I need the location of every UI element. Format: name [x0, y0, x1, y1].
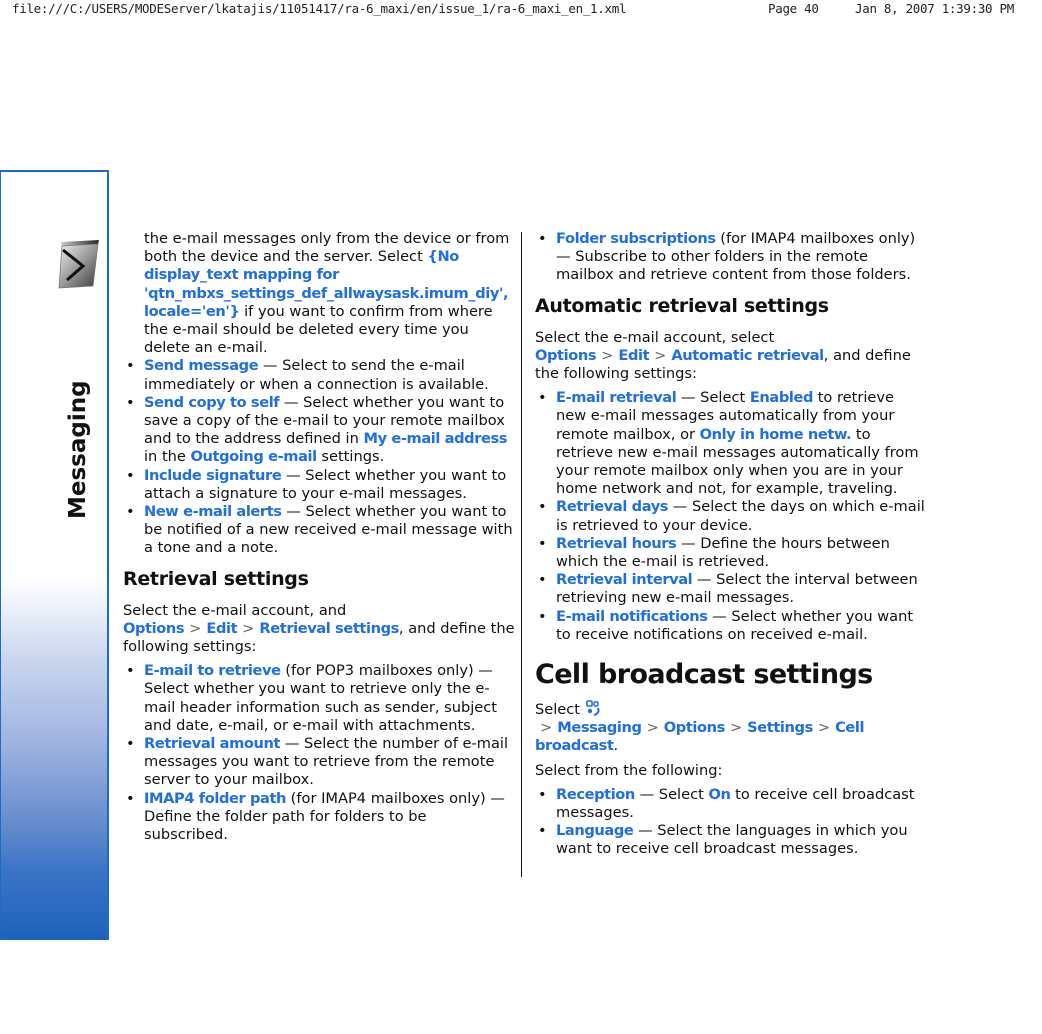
- path-prefix: Select the e-mail account, and: [123, 601, 347, 619]
- list-item: Reception — Select On to receive cell br…: [535, 786, 927, 822]
- option-send-copy-to-self[interactable]: Send copy to self: [144, 394, 280, 411]
- option-outgoing-email[interactable]: Outgoing e-mail: [191, 448, 318, 465]
- option-description: — Select: [634, 785, 709, 803]
- menu-key-icon: [585, 700, 600, 717]
- list-item: Retrieval interval — Select the interval…: [535, 571, 927, 607]
- option-email-notifications[interactable]: E-mail notifications: [556, 608, 708, 625]
- path-edit[interactable]: Edit: [618, 347, 649, 364]
- option-email-to-retrieve[interactable]: E-mail to retrieve: [144, 662, 281, 679]
- option-description: — Select: [676, 389, 750, 407]
- path-edit[interactable]: Edit: [206, 620, 237, 637]
- path-automatic-retrieval[interactable]: Automatic retrieval: [671, 347, 824, 364]
- folder-options-list: Folder subscriptions (for IMAP4 mailboxe…: [535, 230, 927, 285]
- auto-retrieval-options-list: E-mail retrieval — Select Enabled to ret…: [535, 389, 927, 644]
- path-separator: >: [601, 346, 614, 364]
- retrieval-settings-heading: Retrieval settings: [123, 567, 309, 590]
- intro-paragraph: the e-mail messages only from the device…: [123, 230, 515, 357]
- print-header: file:///C:/USERS/MODEServer/lkatajis/110…: [0, 0, 1042, 20]
- path-retrieval-settings[interactable]: Retrieval settings: [259, 620, 399, 637]
- sending-options-list: Send message — Select to send the e-mail…: [123, 357, 515, 557]
- option-on[interactable]: On: [708, 786, 730, 803]
- path-prefix: Select the e-mail account, select: [535, 328, 775, 346]
- option-retrieval-hours[interactable]: Retrieval hours: [556, 535, 677, 552]
- list-item: New e-mail alerts — Select whether you w…: [123, 503, 515, 558]
- option-send-message[interactable]: Send message: [144, 357, 259, 374]
- option-new-email-alerts[interactable]: New e-mail alerts: [144, 503, 282, 520]
- option-my-email-address[interactable]: My e-mail address: [363, 430, 507, 447]
- path-separator: >: [189, 619, 202, 637]
- column-divider: [521, 232, 522, 877]
- list-item: IMAP4 folder path (for IMAP4 mailboxes o…: [123, 790, 515, 845]
- path-separator: >: [817, 719, 831, 737]
- list-item: E-mail to retrieve (for POP3 mailboxes o…: [123, 662, 515, 735]
- page-number: 40: [69, 1010, 95, 1034]
- path-prefix: Select: [535, 701, 585, 719]
- cell-broadcast-options-list: Reception — Select On to receive cell br…: [535, 786, 927, 859]
- chapter-side-tab: Messaging 40: [0, 170, 109, 1034]
- path-options[interactable]: Options: [664, 719, 726, 736]
- path-suffix: .: [613, 737, 619, 755]
- automatic-retrieval-heading: Automatic retrieval settings: [535, 294, 829, 317]
- list-item: Include signature — Select whether you w…: [123, 467, 515, 503]
- path-separator: >: [646, 719, 659, 737]
- path-separator: >: [654, 346, 667, 364]
- auto-retrieval-path-paragraph: Select the e-mail account, select Option…: [535, 329, 927, 384]
- chapter-title: Messaging: [65, 380, 91, 519]
- option-imap4-folder-path[interactable]: IMAP4 folder path: [144, 790, 286, 807]
- retrieval-path-paragraph: Select the e-mail account, and Options > E…: [123, 602, 515, 657]
- list-item: Retrieval amount — Select the number of …: [123, 735, 515, 790]
- select-from-label: Select from the following:: [535, 761, 723, 779]
- cell-broadcast-path-paragraph: Select > Messaging > Options > Settings > Cell …: [535, 700, 927, 756]
- file-path: file:///C:/USERS/MODEServer/lkatajis/110…: [12, 1, 627, 16]
- path-messaging[interactable]: Messaging: [557, 719, 642, 736]
- option-retrieval-interval[interactable]: Retrieval interval: [556, 571, 693, 588]
- list-item: Send message — Select to send the e-mail…: [123, 357, 515, 393]
- option-language[interactable]: Language: [556, 822, 634, 839]
- messaging-envelope-icon: [58, 240, 99, 289]
- list-item: E-mail retrieval — Select Enabled to ret…: [535, 389, 927, 498]
- option-reception[interactable]: Reception: [556, 786, 635, 803]
- print-page-label: Page 40: [768, 1, 819, 16]
- path-options[interactable]: Options: [535, 347, 597, 364]
- print-datetime: Jan 8, 2007 1:39:30 PM: [855, 1, 1014, 16]
- left-column: the e-mail messages only from the device…: [123, 230, 515, 844]
- path-settings[interactable]: Settings: [747, 719, 813, 736]
- list-item: Retrieval days — Select the days on whic…: [535, 498, 927, 534]
- list-item: E-mail notifications — Select whether yo…: [535, 608, 927, 644]
- option-retrieval-days[interactable]: Retrieval days: [556, 498, 669, 515]
- list-item: Send copy to self — Select whether you w…: [123, 394, 515, 467]
- list-item: Folder subscriptions (for IMAP4 mailboxe…: [535, 230, 927, 285]
- option-description: in the: [144, 448, 191, 466]
- option-enabled[interactable]: Enabled: [750, 389, 814, 406]
- path-separator: >: [540, 719, 553, 737]
- path-separator: >: [729, 719, 743, 737]
- option-description: settings.: [316, 448, 385, 466]
- option-only-in-home-netw[interactable]: Only in home netw.: [700, 426, 852, 443]
- list-item: Retrieval hours — Define the hours betwe…: [535, 535, 927, 571]
- option-folder-subscriptions[interactable]: Folder subscriptions: [556, 230, 716, 247]
- list-item: Language — Select the languages in which…: [535, 822, 927, 858]
- retrieval-options-list: E-mail to retrieve (for POP3 mailboxes o…: [123, 662, 515, 844]
- option-email-retrieval[interactable]: E-mail retrieval: [556, 389, 677, 406]
- path-separator: >: [242, 619, 255, 637]
- option-include-signature[interactable]: Include signature: [144, 467, 282, 484]
- path-options[interactable]: Options: [123, 620, 185, 637]
- right-column: Folder subscriptions (for IMAP4 mailboxe…: [535, 230, 927, 859]
- option-retrieval-amount[interactable]: Retrieval amount: [144, 735, 280, 752]
- cell-broadcast-heading: Cell broadcast settings: [535, 659, 873, 691]
